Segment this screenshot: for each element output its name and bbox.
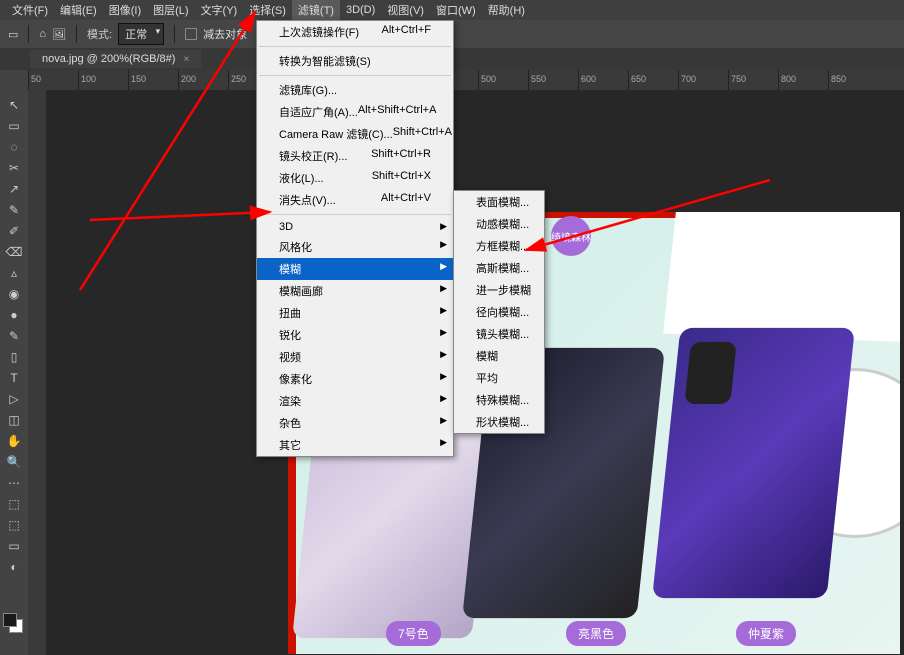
menu-5[interactable]: 选择(S) bbox=[243, 0, 292, 20]
menu-4[interactable]: 文字(Y) bbox=[195, 0, 244, 20]
tool-3[interactable]: ✂ bbox=[4, 159, 24, 177]
tab-nova[interactable]: nova.jpg @ 200%(RGB/8#) × bbox=[30, 50, 201, 68]
filter-menu-item-16[interactable]: 锐化▶ bbox=[257, 324, 453, 346]
tool-2[interactable]: ◌ bbox=[4, 138, 24, 156]
blur-menu-item-4[interactable]: 进一步模糊 bbox=[454, 279, 544, 301]
ruler-vertical bbox=[28, 90, 46, 655]
blur-menu-item-5[interactable]: 径向模糊... bbox=[454, 301, 544, 323]
filter-menu-item-8[interactable]: 液化(L)...Shift+Ctrl+X bbox=[257, 167, 453, 189]
blur-menu-item-6[interactable]: 镜头模糊... bbox=[454, 323, 544, 345]
tools-panel: ↖ ▭ ◌ ✂ ↗ ✎ ✐ ⌫ ▵ ◉ ● ✎ ▯ T ▷ ◫ ✋ 🔍 ⋯ ⬚ ⬚ ▭ ◐ bbox=[0, 70, 28, 655]
menu-2[interactable]: 图像(I) bbox=[103, 0, 147, 20]
ruler-horizontal: 5010015020025030035040045050055060065070… bbox=[28, 70, 904, 90]
filter-menu-item-0[interactable]: 上次滤镜操作(F)Alt+Ctrl+F bbox=[257, 21, 453, 43]
filter-menu-item-12[interactable]: 风格化▶ bbox=[257, 236, 453, 258]
mode-select[interactable]: 正常 bbox=[118, 23, 164, 45]
tool-indicator: ▭ bbox=[8, 28, 18, 41]
tool-11[interactable]: ✎ bbox=[4, 327, 24, 345]
filter-menu-item-4[interactable]: 滤镜库(G)... bbox=[257, 79, 453, 101]
tool-22[interactable]: ◐ bbox=[4, 558, 24, 576]
badge-purple: 仲夏紫 bbox=[736, 621, 796, 646]
menu-8[interactable]: 视图(V) bbox=[381, 0, 430, 20]
tool-4[interactable]: ↗ bbox=[4, 180, 24, 198]
subtract-label: 减去对象 bbox=[203, 26, 247, 42]
blur-menu-item-8[interactable]: 平均 bbox=[454, 367, 544, 389]
blur-submenu: 表面模糊...动感模糊...方框模糊...高斯模糊...进一步模糊径向模糊...… bbox=[453, 190, 545, 434]
filter-menu-item-17[interactable]: 视频▶ bbox=[257, 346, 453, 368]
tool-0[interactable]: ↖ bbox=[4, 96, 24, 114]
product-box bbox=[663, 212, 900, 343]
tool-15[interactable]: ◫ bbox=[4, 411, 24, 429]
filter-menu-item-18[interactable]: 像素化▶ bbox=[257, 368, 453, 390]
blur-menu-item-7[interactable]: 模糊 bbox=[454, 345, 544, 367]
blur-menu-item-2[interactable]: 方框模糊... bbox=[454, 235, 544, 257]
blur-menu-item-10[interactable]: 形状模糊... bbox=[454, 411, 544, 433]
color-swatches[interactable] bbox=[3, 613, 25, 627]
blur-menu-item-3[interactable]: 高斯模糊... bbox=[454, 257, 544, 279]
home-icon[interactable]: ⌂ bbox=[39, 28, 46, 40]
tool-10[interactable]: ● bbox=[4, 306, 24, 324]
menu-6[interactable]: 滤镜(T) bbox=[292, 0, 340, 20]
foreground-swatch[interactable] bbox=[3, 613, 17, 627]
picture-icon[interactable]: 🖼 bbox=[52, 28, 66, 41]
tool-18[interactable]: ⋯ bbox=[4, 474, 24, 492]
filter-menu-item-7[interactable]: 镜头校正(R)...Shift+Ctrl+R bbox=[257, 145, 453, 167]
blur-menu-item-9[interactable]: 特殊模糊... bbox=[454, 389, 544, 411]
filter-menu-item-6[interactable]: Camera Raw 滤镜(C)...Shift+Ctrl+A bbox=[257, 123, 453, 145]
tool-6[interactable]: ✐ bbox=[4, 222, 24, 240]
mode-label: 模式: bbox=[87, 26, 112, 42]
tool-8[interactable]: ▵ bbox=[4, 264, 24, 282]
menu-10[interactable]: 帮助(H) bbox=[482, 0, 531, 20]
tool-5[interactable]: ✎ bbox=[4, 201, 24, 219]
menu-0[interactable]: 文件(F) bbox=[6, 0, 54, 20]
menu-9[interactable]: 窗口(W) bbox=[430, 0, 482, 20]
subtract-checkbox[interactable] bbox=[185, 28, 197, 40]
phone-3 bbox=[652, 328, 855, 598]
tool-7[interactable]: ⌫ bbox=[4, 243, 24, 261]
filter-menu-item-5[interactable]: 自适应广角(A)...Alt+Shift+Ctrl+A bbox=[257, 101, 453, 123]
filter-menu-item-21[interactable]: 其它▶ bbox=[257, 434, 453, 456]
blur-menu-item-0[interactable]: 表面模糊... bbox=[454, 191, 544, 213]
badge-black: 亮黑色 bbox=[566, 621, 626, 646]
filter-menu-item-15[interactable]: 扭曲▶ bbox=[257, 302, 453, 324]
filter-menu-item-14[interactable]: 模糊画廊▶ bbox=[257, 280, 453, 302]
menu-1[interactable]: 编辑(E) bbox=[54, 0, 103, 20]
menu-7[interactable]: 3D(D) bbox=[340, 2, 381, 18]
tag-forest: 绮境森林 bbox=[551, 216, 591, 256]
tool-20[interactable]: ⬚ bbox=[4, 516, 24, 534]
filter-menu: 上次滤镜操作(F)Alt+Ctrl+F 转换为智能滤镜(S) 滤镜库(G)...自适… bbox=[256, 20, 454, 457]
filter-menu-item-20[interactable]: 杂色▶ bbox=[257, 412, 453, 434]
blur-menu-item-1[interactable]: 动感模糊... bbox=[454, 213, 544, 235]
tool-19[interactable]: ⬚ bbox=[4, 495, 24, 513]
filter-menu-item-19[interactable]: 渲染▶ bbox=[257, 390, 453, 412]
tab-title: nova.jpg @ 200%(RGB/8#) bbox=[42, 53, 175, 65]
tool-17[interactable]: 🔍 bbox=[4, 453, 24, 471]
tool-13[interactable]: T bbox=[4, 369, 24, 387]
tool-14[interactable]: ▷ bbox=[4, 390, 24, 408]
filter-menu-item-9[interactable]: 消失点(V)...Alt+Ctrl+V bbox=[257, 189, 453, 211]
filter-menu-item-2[interactable]: 转换为智能滤镜(S) bbox=[257, 50, 453, 72]
tool-12[interactable]: ▯ bbox=[4, 348, 24, 366]
tool-1[interactable]: ▭ bbox=[4, 117, 24, 135]
tool-16[interactable]: ✋ bbox=[4, 432, 24, 450]
tool-9[interactable]: ◉ bbox=[4, 285, 24, 303]
filter-menu-item-11[interactable]: 3D▶ bbox=[257, 218, 453, 236]
filter-menu-item-13[interactable]: 模糊▶ bbox=[257, 258, 453, 280]
tool-21[interactable]: ▭ bbox=[4, 537, 24, 555]
close-icon[interactable]: × bbox=[183, 54, 189, 65]
menu-3[interactable]: 图层(L) bbox=[147, 0, 194, 20]
badge-color-7: 7号色 bbox=[386, 621, 441, 646]
menubar: 文件(F)编辑(E)图像(I)图层(L)文字(Y)选择(S)滤镜(T)3D(D)… bbox=[0, 0, 904, 20]
